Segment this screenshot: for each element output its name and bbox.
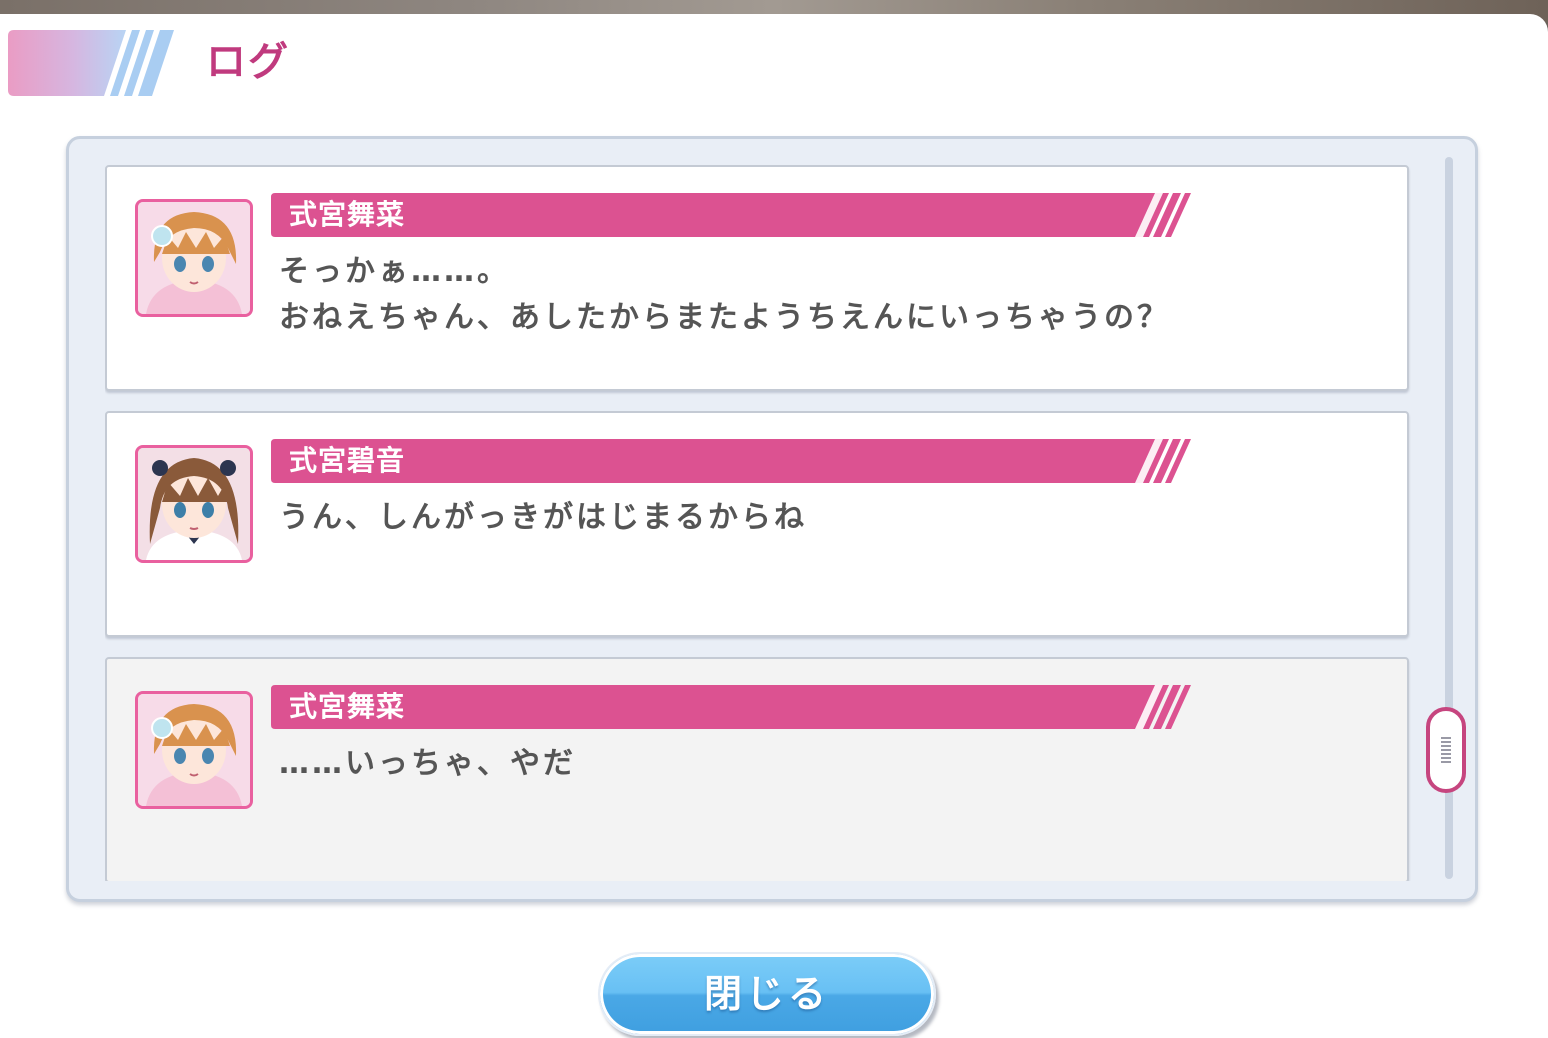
character-portrait-icon (135, 199, 253, 317)
message-text: ……いっちゃ、やだ (279, 741, 1379, 787)
speaker-name: 式宮碧音 (289, 444, 406, 477)
log-list[interactable]: 式宮舞菜 そっかぁ……。 おねえちゃん、あしたからまたようちえんにいっちゃうの？ (105, 165, 1411, 881)
message-line: ……いっちゃ、やだ (279, 746, 576, 781)
scrollbar-thumb[interactable] (1426, 707, 1466, 793)
message-line: うん、しんがっきがはじまるからね (279, 500, 807, 535)
log-entry-current: 式宮舞菜 ……いっちゃ、やだ (105, 657, 1409, 881)
speaker-name-bar: 式宮碧音 (271, 439, 1191, 483)
log-panel: 式宮舞菜 そっかぁ……。 おねえちゃん、あしたからまたようちえんにいっちゃうの？ (66, 136, 1478, 902)
character-portrait-icon (135, 445, 253, 563)
header-stripe-decoration (8, 30, 178, 96)
character-portrait-icon (135, 691, 253, 809)
message-line: そっかぁ……。 (279, 254, 510, 289)
speaker-name: 式宮舞菜 (289, 690, 406, 723)
message-text: うん、しんがっきがはじまるからね (279, 495, 1379, 541)
message-line: おねえちゃん、あしたからまたようちえんにいっちゃうの？ (279, 300, 1170, 335)
grip-icon (1441, 737, 1451, 763)
speaker-name-bar: 式宮舞菜 (271, 193, 1191, 237)
log-dialog: ログ 式宮舞菜 そっかぁ……。 おねえちゃん、あしたからまたようちえんにいっちゃ… (0, 14, 1548, 1038)
close-button-label: 閉じる (703, 972, 830, 1016)
log-entry: 式宮舞菜 そっかぁ……。 おねえちゃん、あしたからまたようちえんにいっちゃうの？ (105, 165, 1409, 391)
message-text: そっかぁ……。 おねえちゃん、あしたからまたようちえんにいっちゃうの？ (279, 249, 1379, 341)
speaker-name: 式宮舞菜 (289, 198, 406, 231)
log-entry: 式宮碧音 うん、しんがっきがはじまるからね (105, 411, 1409, 637)
close-button[interactable]: 閉じる (598, 952, 936, 1036)
speaker-name-bar: 式宮舞菜 (271, 685, 1191, 729)
dialog-title: ログ (206, 39, 290, 85)
